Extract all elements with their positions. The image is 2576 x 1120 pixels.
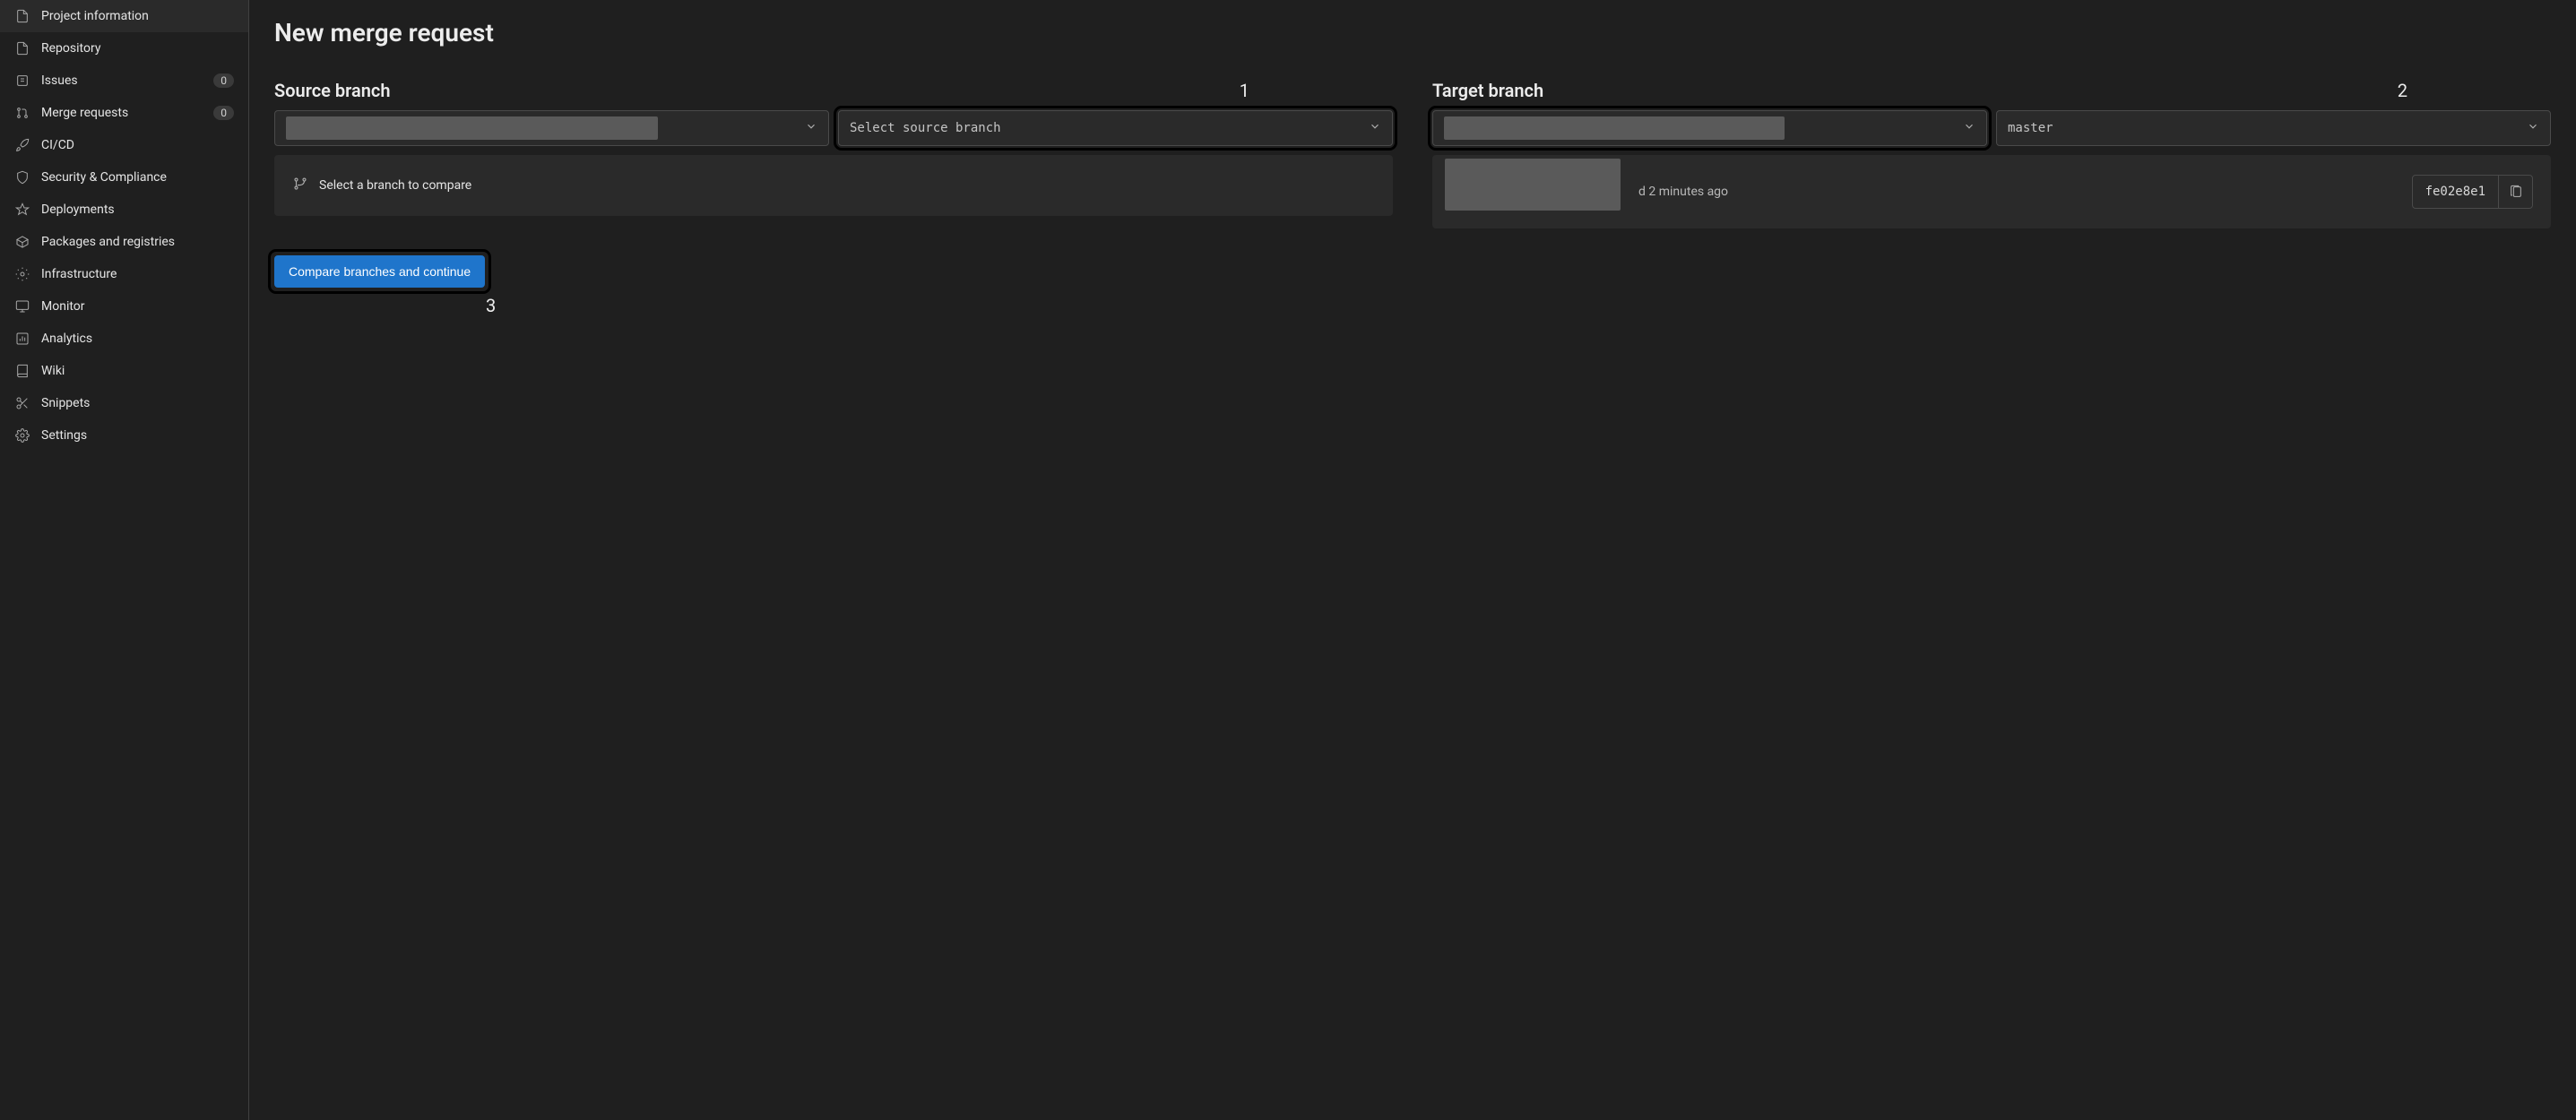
source-project-select[interactable] xyxy=(274,110,829,146)
monitor-icon xyxy=(14,298,30,314)
chevron-down-icon xyxy=(1369,120,1381,136)
merge-icon xyxy=(14,105,30,121)
source-branch-column: Source branch 1 Select source branch Sel… xyxy=(274,80,1393,228)
sidebar-item-label: Monitor xyxy=(41,299,234,314)
source-branch-select[interactable]: Select source branch xyxy=(838,110,1393,146)
sidebar-item-wiki[interactable]: Wiki xyxy=(0,355,248,387)
shield-icon xyxy=(14,169,30,185)
sidebar-item-label: Infrastructure xyxy=(41,267,234,281)
loading-placeholder xyxy=(1445,159,1621,211)
compare-branches-button[interactable]: Compare branches and continue xyxy=(274,255,485,288)
sidebar-item-label: Merge requests xyxy=(41,106,203,120)
gear-icon xyxy=(14,427,30,444)
chevron-down-icon xyxy=(1963,120,1975,136)
loading-placeholder xyxy=(286,116,658,140)
clipboard-icon xyxy=(2509,185,2523,199)
branch-icon xyxy=(292,176,308,195)
target-branch-select[interactable]: master xyxy=(1996,110,2551,146)
sidebar-item-monitor[interactable]: Monitor xyxy=(0,290,248,323)
sidebar-item-infrastructure[interactable]: Infrastructure xyxy=(0,258,248,290)
sidebar-item-settings[interactable]: Settings xyxy=(0,419,248,452)
sidebar-item-project-info[interactable]: Project information xyxy=(0,0,248,32)
package-icon xyxy=(14,234,30,250)
rocket-icon xyxy=(14,137,30,153)
target-commit-panel: d 2 minutes ago fe02e8e1 xyxy=(1432,155,2551,228)
compare-button-highlight: Compare branches and continue xyxy=(274,255,485,288)
rocket-icon xyxy=(14,202,30,218)
sidebar: Project information Repository Issues 0 … xyxy=(0,0,249,1120)
branch-selection-row: Source branch 1 Select source branch Sel… xyxy=(274,80,2551,228)
target-branch-column: Target branch 2 master d 2 minutes ago f… xyxy=(1432,80,2551,228)
annotation-1: 1 xyxy=(1240,80,1249,101)
commit-hash-group: fe02e8e1 xyxy=(2412,175,2533,209)
sidebar-item-label: Wiki xyxy=(41,364,234,378)
compare-hint-text: Select a branch to compare xyxy=(319,178,471,193)
merge-requests-count-badge: 0 xyxy=(213,106,234,120)
sidebar-item-label: CI/CD xyxy=(41,138,234,152)
commit-hash[interactable]: fe02e8e1 xyxy=(2413,176,2498,208)
page-title: New merge request xyxy=(274,18,2551,47)
source-compare-panel: Select a branch to compare xyxy=(274,155,1393,216)
sidebar-item-label: Repository xyxy=(41,41,234,56)
sidebar-item-repository[interactable]: Repository xyxy=(0,32,248,65)
chevron-down-icon xyxy=(2527,120,2539,136)
copy-commit-button[interactable] xyxy=(2498,176,2532,208)
commit-time-text: d 2 minutes ago xyxy=(1638,185,1728,199)
sidebar-item-cicd[interactable]: CI/CD xyxy=(0,129,248,161)
sidebar-item-analytics[interactable]: Analytics xyxy=(0,323,248,355)
sidebar-item-merge-requests[interactable]: Merge requests 0 xyxy=(0,97,248,129)
issues-icon xyxy=(14,73,30,89)
book-icon xyxy=(14,363,30,379)
target-project-select[interactable] xyxy=(1432,110,1987,146)
target-branch-heading: Target branch xyxy=(1432,80,1543,101)
cloud-gear-icon xyxy=(14,266,30,282)
sidebar-item-security[interactable]: Security & Compliance xyxy=(0,161,248,194)
sidebar-item-label: Snippets xyxy=(41,396,234,410)
repo-icon xyxy=(14,40,30,56)
file-icon xyxy=(14,8,30,24)
sidebar-item-label: Packages and registries xyxy=(41,235,234,249)
loading-placeholder xyxy=(1444,116,1785,140)
sidebar-item-packages[interactable]: Packages and registries xyxy=(0,226,248,258)
source-branch-heading: Source branch xyxy=(274,80,390,101)
source-branch-placeholder: Select source branch xyxy=(850,121,1001,135)
sidebar-item-label: Security & Compliance xyxy=(41,170,234,185)
sidebar-item-label: Project information xyxy=(41,9,234,23)
sidebar-item-label: Analytics xyxy=(41,332,234,346)
issues-count-badge: 0 xyxy=(213,73,234,88)
sidebar-item-label: Issues xyxy=(41,73,203,88)
chevron-down-icon xyxy=(805,120,817,136)
sidebar-item-deployments[interactable]: Deployments xyxy=(0,194,248,226)
scissors-icon xyxy=(14,395,30,411)
sidebar-item-label: Settings xyxy=(41,428,234,443)
chart-icon xyxy=(14,331,30,347)
annotation-3: 3 xyxy=(486,295,2551,316)
annotation-2: 2 xyxy=(2398,80,2407,101)
sidebar-item-issues[interactable]: Issues 0 xyxy=(0,65,248,97)
sidebar-item-snippets[interactable]: Snippets xyxy=(0,387,248,419)
main-content: New merge request Source branch 1 Select… xyxy=(249,0,2576,1120)
sidebar-item-label: Deployments xyxy=(41,202,234,217)
target-branch-value: master xyxy=(2008,121,2053,135)
